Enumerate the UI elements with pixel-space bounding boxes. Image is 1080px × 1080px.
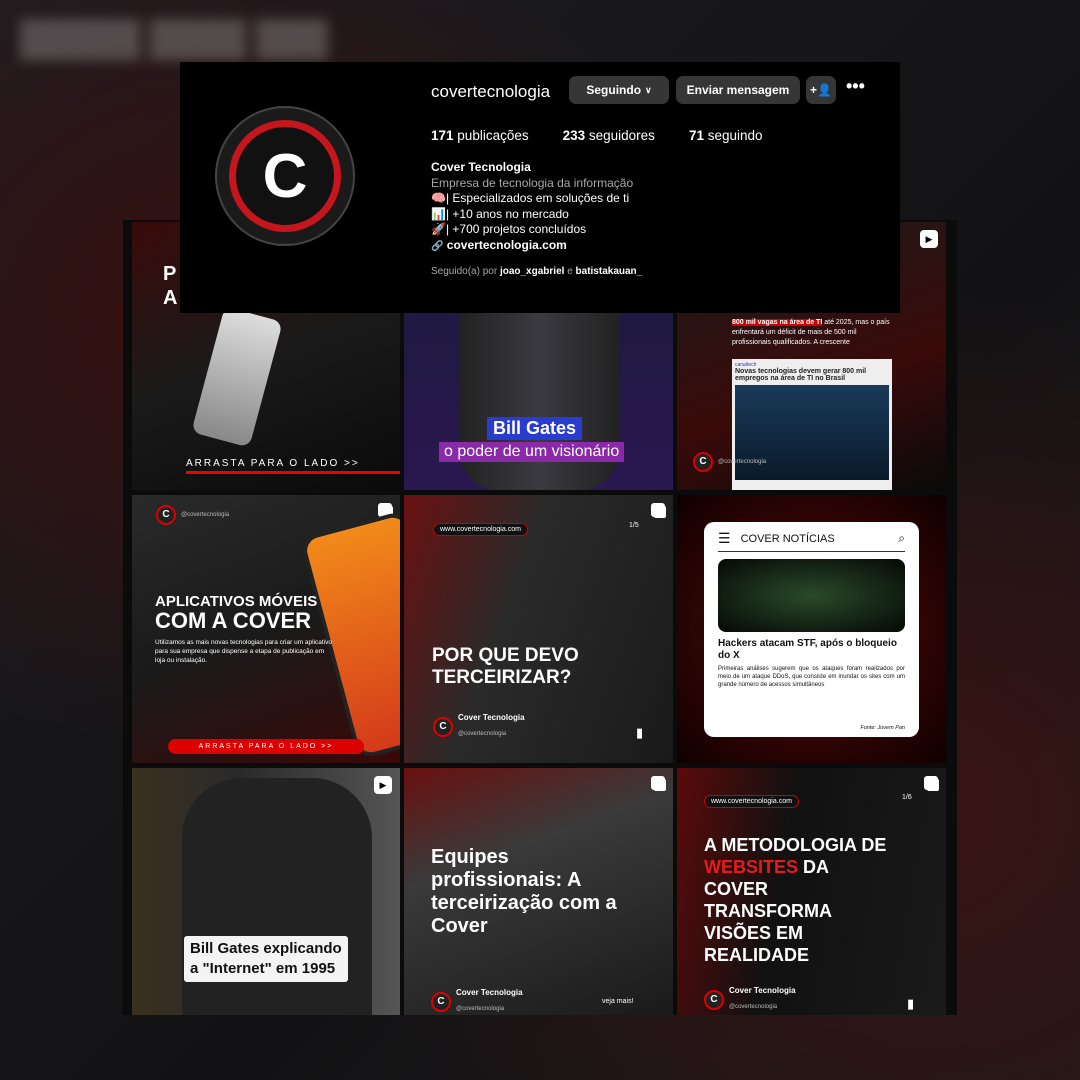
post-title-2: COM A COVER <box>155 608 312 633</box>
brand-name: Cover Tecnologia <box>729 986 796 995</box>
background-blur: █████ ████ ███ <box>20 20 328 58</box>
post-title: Equipes profissionais: A terceirização c… <box>431 846 617 937</box>
website-pill: www.covertecnologia.com <box>433 523 528 536</box>
post-bill-gates-internet[interactable]: ▶ Bill Gates explicando a "Internet" em 1… <box>132 768 400 1015</box>
news-body: Primeiras análises sugerem que os ataque… <box>718 666 905 688</box>
profile-stats: 171 publicações 233 seguidores 71 seguin… <box>431 128 763 143</box>
menu-icon[interactable]: ☰ <box>718 530 731 547</box>
person-plus-icon[interactable]: +👤 <box>806 76 836 104</box>
logo-icon: C <box>431 991 451 1012</box>
post-equipes[interactable]: Equipes profissionais: A terceirização c… <box>404 768 673 1015</box>
follower-link[interactable]: joao_xgabriel <box>500 266 564 277</box>
search-icon[interactable]: ⌕ <box>898 531 905 546</box>
news-source: Fonte: Jovem Pan <box>860 725 905 731</box>
carousel-icon <box>924 776 938 790</box>
username: covertecnologia <box>431 82 551 101</box>
bookmark-icon[interactable]: ▮ <box>907 996 914 1012</box>
post-body: Utilizamos as mais novas tecnologias par… <box>155 639 333 664</box>
post-handle: @covertecnologia <box>729 1004 778 1010</box>
caption-line-2: a "Internet" em 1995 <box>190 960 336 977</box>
chevron-down-icon: ∨ <box>645 84 652 95</box>
follower-link[interactable]: batistakauan_ <box>576 266 643 277</box>
news-card: ☰ COVER NOTÍCIAS ⌕ Hackers atacam STF, a… <box>704 522 919 737</box>
news-title: Novas tecnologias devem gerar 800 mil em… <box>735 368 867 382</box>
brand-name: Cover Tecnologia <box>456 988 523 997</box>
news-header: COVER NOTÍCIAS <box>740 532 835 545</box>
post-title-fragment: P A <box>163 263 178 309</box>
post-handle: @covertecnologia <box>456 1006 505 1012</box>
post-cta: ARRASTA PARA O LADO >> <box>168 739 364 754</box>
logo-icon: C <box>433 716 453 737</box>
carousel-icon <box>651 503 665 517</box>
title-highlight: WEBSITES <box>704 857 799 877</box>
cover-logo-icon: C <box>229 120 341 232</box>
post-title: A METODOLOGIA DE WEBSITES DA COVER TRANS… <box>704 834 894 966</box>
hacker-image <box>718 559 905 632</box>
message-button[interactable]: Enviar mensagem <box>676 76 800 104</box>
carousel-icon <box>651 776 665 790</box>
link-icon: 🔗 <box>431 240 444 252</box>
followed-by: Seguido(a) por joao_xgabriel e batistaka… <box>431 266 643 277</box>
caption-name: Bill Gates <box>487 417 583 440</box>
post-title: POR QUE DEVO TERCEIRIZAR? <box>432 645 579 688</box>
category: Empresa de tecnologia da informação <box>431 175 634 190</box>
bookmark-icon[interactable]: ▮ <box>636 725 643 741</box>
ellipsis-icon[interactable]: ••• <box>846 76 865 97</box>
brand-name: Cover Tecnologia <box>458 713 525 722</box>
highlight-text: 800 mil vagas na área de TI <box>732 319 823 326</box>
following-label: Seguindo <box>586 83 642 97</box>
reel-icon: ▶ <box>374 776 392 794</box>
bio-line: 🚀| +700 projetos concluídos <box>431 222 587 236</box>
post-terceirizar[interactable]: www.covertecnologia.com 1/5 POR QUE DEVO… <box>404 495 673 763</box>
post-handle: @covertecnologia <box>718 459 767 465</box>
logo-icon: C <box>704 989 724 1010</box>
reel-icon: ▶ <box>920 230 938 248</box>
display-name: Cover Tecnologia <box>431 160 531 174</box>
website-pill: www.covertecnologia.com <box>704 795 799 808</box>
caption-line-1: Bill Gates explicando <box>190 940 342 957</box>
post-aplicativos[interactable]: C @covertecnologia APLICATIVOS MÓVEIS COM… <box>132 495 400 763</box>
post-handle: @covertecnologia <box>181 512 230 518</box>
logo-icon: C <box>693 452 713 472</box>
phone-image <box>299 509 400 761</box>
followers-stat[interactable]: 233 seguidores <box>563 128 655 143</box>
red-underline <box>186 471 400 474</box>
phone-image <box>191 306 283 448</box>
caption-subtitle: o poder de um visionário <box>439 442 625 462</box>
bio-line: 🧠| Especializados em soluções de ti <box>431 191 630 205</box>
post-cover-noticias[interactable]: ☰ COVER NOTÍCIAS ⌕ Hackers atacam STF, a… <box>677 495 946 763</box>
see-more[interactable]: veja mais! <box>602 998 634 1005</box>
news-headline: Hackers atacam STF, após o bloqueio do X <box>718 638 897 661</box>
following-stat[interactable]: 71 seguindo <box>689 128 763 143</box>
posts-grid: ARRASTA PARA O LADO >> Bill Gates o pode… <box>123 220 957 1015</box>
video-caption: Bill Gates explicando a "Internet" em 199… <box>184 936 348 982</box>
page-counter: 1/6 <box>902 794 912 801</box>
page-counter: 1/5 <box>629 522 639 529</box>
bio-line: 📊| +10 anos no mercado <box>431 206 569 221</box>
profile-header: C covertecnologia Seguindo ∨ Enviar mensa… <box>180 62 900 313</box>
logo-icon: C <box>156 505 176 525</box>
title-part: A METODOLOGIA DE <box>704 835 887 855</box>
post-cta: ARRASTA PARA O LADO >> <box>186 458 360 469</box>
bio: Cover Tecnologia Empresa de tecnologia d… <box>431 160 642 280</box>
website-link[interactable]: covertecnologia.com <box>447 238 567 252</box>
post-handle: @covertecnologia <box>458 731 507 737</box>
following-button[interactable]: Seguindo ∨ <box>569 76 669 104</box>
post-metodologia[interactable]: www.covertecnologia.com 1/6 A METODOLOGI… <box>677 768 946 1015</box>
avatar[interactable]: C <box>215 106 355 246</box>
posts-stat[interactable]: 171 publicações <box>431 128 529 143</box>
